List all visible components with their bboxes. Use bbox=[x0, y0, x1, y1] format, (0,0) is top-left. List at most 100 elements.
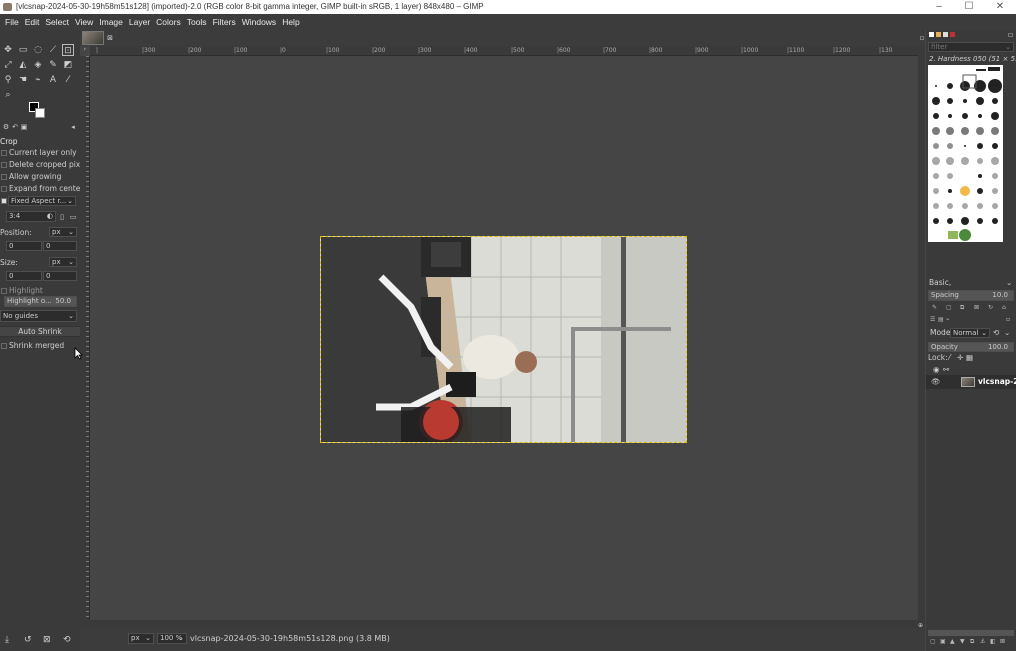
option-delete-cropped[interactable]: Delete cropped pixels bbox=[0, 159, 91, 170]
warp-tool-icon[interactable]: ◭ bbox=[17, 59, 29, 71]
guides-select[interactable]: No guides ⌄ bbox=[0, 310, 77, 322]
lock-pixels-icon[interactable]: ⁄ bbox=[949, 353, 950, 363]
menu-windows[interactable]: Windows bbox=[239, 17, 279, 27]
clear-icon[interactable]: ◐ bbox=[47, 212, 53, 220]
brush-grid[interactable] bbox=[928, 65, 1003, 242]
refresh-brushes-icon[interactable]: ↻ bbox=[988, 304, 993, 311]
delete-options-icon[interactable]: ⊠ bbox=[43, 633, 51, 647]
layer-row[interactable]: 👁 vlcsnap-2 bbox=[926, 375, 1016, 389]
patterns-tab-icon[interactable] bbox=[936, 32, 941, 37]
checkbox[interactable] bbox=[1, 186, 7, 192]
image-tab-thumbnail[interactable] bbox=[82, 31, 104, 45]
paintbrush-icon[interactable]: ✎ bbox=[47, 59, 59, 71]
image-canvas[interactable] bbox=[320, 236, 687, 443]
size-unit-select[interactable]: px ⌄ bbox=[49, 257, 77, 267]
auto-shrink-button[interactable]: Auto Shrink bbox=[0, 326, 80, 337]
maximize-button[interactable]: ☐ bbox=[954, 0, 984, 14]
color-picker-icon[interactable]: ⁄ bbox=[62, 74, 74, 86]
edit-brush-icon[interactable]: ✎ bbox=[932, 304, 937, 311]
bucket-fill-icon[interactable]: ◈ bbox=[32, 59, 44, 71]
visibility-eye-icon[interactable]: 👁 bbox=[931, 377, 941, 387]
reset-mode-icon[interactable]: ⟲ bbox=[993, 328, 999, 338]
option-expand-center[interactable]: Expand from center bbox=[0, 183, 83, 194]
menu-help[interactable]: Help bbox=[279, 17, 302, 27]
duplicate-layer-icon[interactable]: ⧉ bbox=[970, 638, 974, 646]
vertical-scrollbar[interactable] bbox=[918, 46, 925, 626]
navigate-icon[interactable]: ⊕ bbox=[916, 620, 925, 629]
transform-tool-icon[interactable]: ⤢ bbox=[2, 59, 14, 71]
close-button[interactable]: ✕ bbox=[985, 0, 1015, 14]
portrait-icon[interactable]: ▯ bbox=[58, 211, 66, 221]
open-brush-icon[interactable]: ⌂ bbox=[1002, 304, 1006, 311]
lock-position-icon[interactable]: ✛ bbox=[957, 353, 963, 363]
menu-edit[interactable]: Edit bbox=[22, 17, 43, 27]
brush-filter-input[interactable]: filter ⌄ bbox=[928, 42, 1014, 52]
highlight-opacity-slider[interactable]: Highlight o... 50.0 bbox=[4, 296, 77, 307]
checkbox[interactable] bbox=[1, 162, 7, 168]
dock-tabs[interactable] bbox=[929, 32, 969, 40]
unit-select[interactable]: px ⌄ bbox=[128, 633, 154, 644]
duplicate-brush-icon[interactable]: ⧉ bbox=[960, 304, 964, 312]
tool-options-tabs[interactable]: ⚙ ↶ ▣ ◂ bbox=[0, 123, 80, 133]
vertical-ruler[interactable] bbox=[80, 56, 90, 621]
menu-tools[interactable]: Tools bbox=[184, 17, 210, 27]
dock-menu-icon[interactable]: ▫ bbox=[1008, 30, 1013, 40]
channels-tab-icon[interactable]: ▤ bbox=[938, 316, 944, 323]
checkbox[interactable] bbox=[1, 150, 7, 156]
delete-layer-icon[interactable]: ⊠ bbox=[1000, 638, 1005, 645]
clone-tool-icon[interactable]: ⚲ bbox=[2, 74, 14, 86]
move-tool-icon[interactable]: ✥ bbox=[2, 44, 14, 56]
new-brush-icon[interactable]: ▢ bbox=[946, 304, 952, 311]
size-h-input[interactable]: 0 bbox=[43, 271, 77, 281]
brushes-tab-icon[interactable] bbox=[929, 32, 934, 37]
size-w-input[interactable]: 0 bbox=[6, 271, 42, 281]
minimize-button[interactable]: – bbox=[924, 0, 954, 14]
menu-file[interactable]: File bbox=[2, 17, 22, 27]
lock-alpha-icon[interactable]: ▦ bbox=[966, 353, 973, 363]
checkbox[interactable] bbox=[1, 288, 7, 294]
fixed-mode-select[interactable]: Fixed Aspect r... ⌄ bbox=[8, 196, 76, 206]
lower-layer-icon[interactable]: ▼ bbox=[960, 638, 965, 645]
configure-tab-icon[interactable]: ◂ bbox=[69, 123, 77, 131]
eraser-icon[interactable]: ◩ bbox=[62, 59, 74, 71]
lasso-tool-icon[interactable]: ◌ bbox=[32, 44, 44, 56]
paths-tool-icon[interactable]: ⌁ bbox=[32, 74, 44, 86]
menu-filters[interactable]: Filters bbox=[210, 17, 239, 27]
zoom-tool-icon[interactable]: ⌕ bbox=[2, 89, 14, 101]
anchor-layer-icon[interactable]: ⚓ bbox=[980, 638, 985, 645]
rect-select-tool-icon[interactable]: ▭ bbox=[17, 44, 29, 56]
images-tab-icon[interactable]: ▣ bbox=[20, 123, 28, 131]
delete-brush-icon[interactable]: ⊠ bbox=[974, 304, 979, 311]
option-allow-growing[interactable]: Allow growing bbox=[0, 171, 80, 182]
zoom-select[interactable]: 100 % ⌄ bbox=[157, 633, 187, 644]
restore-options-icon[interactable]: ↺ bbox=[24, 633, 32, 647]
menu-layer[interactable]: Layer bbox=[126, 17, 153, 27]
ratio-input[interactable]: 3:4 ◐ bbox=[6, 211, 56, 222]
layers-scrollbar[interactable] bbox=[928, 630, 1014, 636]
raise-layer-icon[interactable]: ▲ bbox=[950, 638, 955, 645]
close-tab-icon[interactable]: ⊠ bbox=[104, 32, 116, 44]
new-group-icon[interactable]: ▣ bbox=[940, 638, 946, 645]
layers-dock-tabs[interactable]: ☰ ▤ ⌁ ▫ bbox=[928, 316, 1014, 325]
menu-select[interactable]: Select bbox=[42, 17, 72, 27]
gradients-tab-icon[interactable] bbox=[950, 32, 955, 37]
fonts-tab-icon[interactable] bbox=[943, 32, 948, 37]
tool-options-tab-icon[interactable]: ⚙ bbox=[2, 123, 10, 131]
checkbox[interactable] bbox=[1, 343, 7, 349]
chevron-down-icon[interactable]: ⌄ bbox=[1006, 278, 1012, 288]
opacity-slider[interactable]: Opacity 100.0 bbox=[928, 342, 1014, 352]
menu-image[interactable]: Image bbox=[96, 17, 126, 27]
layers-tab-icon[interactable]: ☰ bbox=[930, 316, 935, 323]
fixed-checkbox[interactable] bbox=[1, 198, 7, 204]
option-current-layer[interactable]: Current layer only bbox=[0, 147, 80, 158]
text-tool-icon[interactable]: A bbox=[47, 74, 59, 86]
mask-layer-icon[interactable]: ◧ bbox=[990, 638, 996, 645]
fuzzy-select-tool-icon[interactable]: ⟋ bbox=[47, 44, 59, 56]
chevron-down-icon[interactable]: ⌄ bbox=[1004, 328, 1010, 338]
position-unit-select[interactable]: px ⌄ bbox=[49, 227, 77, 237]
dock-menu-icon[interactable]: ▫ bbox=[1006, 316, 1010, 323]
smudge-tool-icon[interactable]: ☚ bbox=[17, 74, 29, 86]
undo-history-tab-icon[interactable]: ↶ bbox=[11, 123, 19, 131]
option-highlight[interactable]: Highlight bbox=[0, 285, 80, 296]
mode-select[interactable]: Normal ⌄ bbox=[950, 328, 990, 338]
